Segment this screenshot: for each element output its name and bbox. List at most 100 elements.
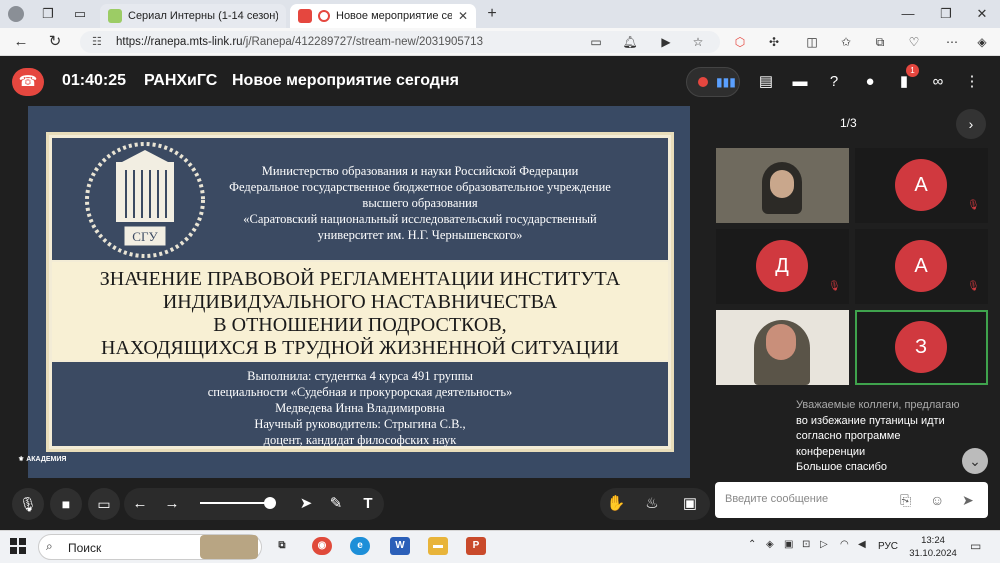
close-window-icon[interactable]: ✕: [974, 6, 990, 22]
participants-icon[interactable]: ●: [860, 72, 880, 92]
notification-icon[interactable]: 🔔︎: [622, 34, 638, 50]
system-clock[interactable]: 13:24 31.10.2024: [906, 534, 960, 560]
task-view-icon[interactable]: ⧉: [272, 537, 292, 555]
next-page-button[interactable]: ›: [956, 109, 986, 139]
microphone-button[interactable]: 🎙︎: [12, 488, 44, 520]
academy-watermark: ⚜ АКАДЕМИЯ: [18, 456, 67, 463]
new-tab-icon[interactable]: +: [484, 6, 500, 22]
tray-chevron-icon[interactable]: ⌃: [748, 539, 756, 550]
screen-share-button[interactable]: ▭: [88, 488, 120, 520]
tab-actions-icon[interactable]: ▭: [72, 6, 88, 22]
reaction-flame-icon[interactable]: ♨: [642, 488, 662, 520]
workspaces-icon[interactable]: ❐: [40, 6, 56, 22]
tab-label: Сериал Интерны (1-14 сезон) см: [128, 10, 278, 22]
participant-video-tile[interactable]: [716, 310, 849, 385]
favorite-star-icon[interactable]: ☆: [690, 34, 706, 50]
profile-icon[interactable]: [8, 6, 24, 22]
performance-icon[interactable]: ♡: [906, 34, 922, 50]
link-icon[interactable]: ∞: [928, 72, 948, 92]
minimize-icon[interactable]: —: [900, 6, 916, 22]
attach-icon[interactable]: ⎘: [900, 492, 911, 509]
chat-line: во избежание путаницы идти: [796, 414, 945, 427]
powerpoint-icon[interactable]: P: [466, 537, 486, 555]
questions-icon[interactable]: ?: [824, 72, 844, 92]
volume-icon[interactable]: ◀: [858, 539, 866, 550]
close-tab-icon[interactable]: ✕: [458, 9, 468, 23]
participant-avatar: Д: [756, 240, 808, 292]
back-icon[interactable]: ←: [12, 33, 30, 51]
participant-avatar: А: [895, 159, 947, 211]
raise-hand-icon[interactable]: ✋: [606, 488, 626, 520]
zoom-slider-handle[interactable]: [264, 497, 276, 509]
participant-video-tile[interactable]: [716, 148, 849, 223]
media-icon[interactable]: ▶: [658, 34, 674, 50]
collections-icon[interactable]: ⧉: [872, 34, 888, 50]
word-icon[interactable]: W: [390, 537, 410, 555]
muted-mic-icon: 🎙︎: [967, 281, 980, 292]
tab-favicon: [108, 9, 122, 23]
chrome-icon[interactable]: ◉: [312, 537, 332, 555]
copilot-icon[interactable]: ◈: [974, 34, 990, 50]
address-bar-row: ← ↻ ☷ https://ranepa.mts-link.ru/j/Ranep…: [0, 28, 1000, 56]
file-explorer-icon[interactable]: ▬: [428, 537, 448, 555]
ministry-line: «Саратовский национальный исследовательс…: [243, 212, 597, 226]
participant-tile-speaking[interactable]: З: [855, 310, 988, 385]
layout-icon[interactable]: ▣: [680, 488, 700, 520]
prev-slide-icon[interactable]: ←: [130, 488, 150, 520]
next-slide-icon[interactable]: →: [162, 488, 182, 520]
participant-avatar: З: [895, 321, 947, 373]
chat-line: Большое спасибо: [796, 461, 887, 473]
pointer-icon[interactable]: ➤: [296, 488, 316, 520]
tray-app-icon[interactable]: ◈: [766, 539, 774, 550]
url-path: /j/Ranepa/412289727/stream-new/203190571…: [242, 36, 483, 48]
recording-icon: [318, 10, 330, 22]
ministry-line: Федеральное государственное бюджетное об…: [229, 180, 611, 194]
text-tool-icon[interactable]: T: [358, 488, 378, 520]
edge-icon[interactable]: e: [350, 537, 370, 555]
send-icon[interactable]: ➤: [962, 492, 974, 509]
chat-line: согласно программе: [796, 430, 901, 442]
reload-icon[interactable]: ↻: [46, 33, 64, 51]
wifi-icon[interactable]: ◠: [840, 539, 849, 550]
language-indicator[interactable]: РУС: [878, 541, 898, 552]
scroll-down-button[interactable]: ⌄: [962, 448, 988, 474]
author-line: Научный руководитель: Стрыгина С.В.,: [254, 417, 466, 431]
tab-event[interactable]: Новое мероприятие сегодня ✕: [290, 4, 476, 28]
split-screen-icon[interactable]: ◫: [804, 34, 820, 50]
academy-label: АКАДЕМИЯ: [26, 456, 67, 463]
tray-app-icon[interactable]: ▣: [784, 539, 793, 550]
notifications-icon[interactable]: ▭: [970, 539, 981, 553]
pen-icon[interactable]: ✎: [326, 488, 346, 520]
chat-icon[interactable]: ▬: [790, 72, 810, 92]
participant-tile[interactable]: Д 🎙︎: [716, 229, 849, 304]
logo-text: СГУ: [132, 229, 158, 244]
favorites-icon[interactable]: ✩: [838, 34, 854, 50]
emoji-icon[interactable]: ☺: [930, 492, 944, 508]
ministry-text: Министерство образования и науки Российс…: [200, 163, 640, 243]
search-highlight-image: [200, 535, 258, 559]
more-menu-icon[interactable]: ⋮: [962, 72, 982, 92]
zoom-slider-track[interactable]: [200, 502, 270, 504]
extension-icon[interactable]: ⬡: [732, 34, 748, 50]
participant-tile[interactable]: А 🎙︎: [855, 148, 988, 223]
author-line: Медведева Инна Владимировна: [275, 401, 445, 415]
participant-tile[interactable]: А 🎙︎: [855, 229, 988, 304]
menu-dots-icon[interactable]: ⋯: [944, 34, 960, 50]
chat-line: конференции: [796, 445, 866, 458]
agenda-icon[interactable]: ▤: [756, 72, 776, 92]
slide-title: ЗНАЧЕНИЕ ПРАВОВОЙ РЕГЛАМЕНТАЦИИ ИНСТИТУТ…: [60, 268, 660, 360]
tray-app-icon[interactable]: ▷: [820, 539, 828, 550]
clock-date: 31.10.2024: [909, 548, 957, 559]
windows-start-icon[interactable]: [10, 538, 26, 554]
camera-button[interactable]: ■: [50, 488, 82, 520]
restore-icon[interactable]: ❐: [938, 6, 954, 22]
camera-icon[interactable]: ▭: [588, 34, 604, 50]
tab-series[interactable]: Сериал Интерны (1-14 сезон) см: [100, 4, 286, 28]
session-timer: 01:40:25: [62, 72, 127, 89]
url-host: https://ranepa.mts-link.ru: [116, 36, 243, 48]
site-info-icon[interactable]: ☷: [92, 31, 102, 53]
tab-favicon: [298, 9, 312, 23]
tray-app-icon[interactable]: ⊡: [802, 539, 810, 550]
end-call-button[interactable]: ☎: [12, 68, 44, 96]
extensions-puzzle-icon[interactable]: ✣: [766, 34, 782, 50]
